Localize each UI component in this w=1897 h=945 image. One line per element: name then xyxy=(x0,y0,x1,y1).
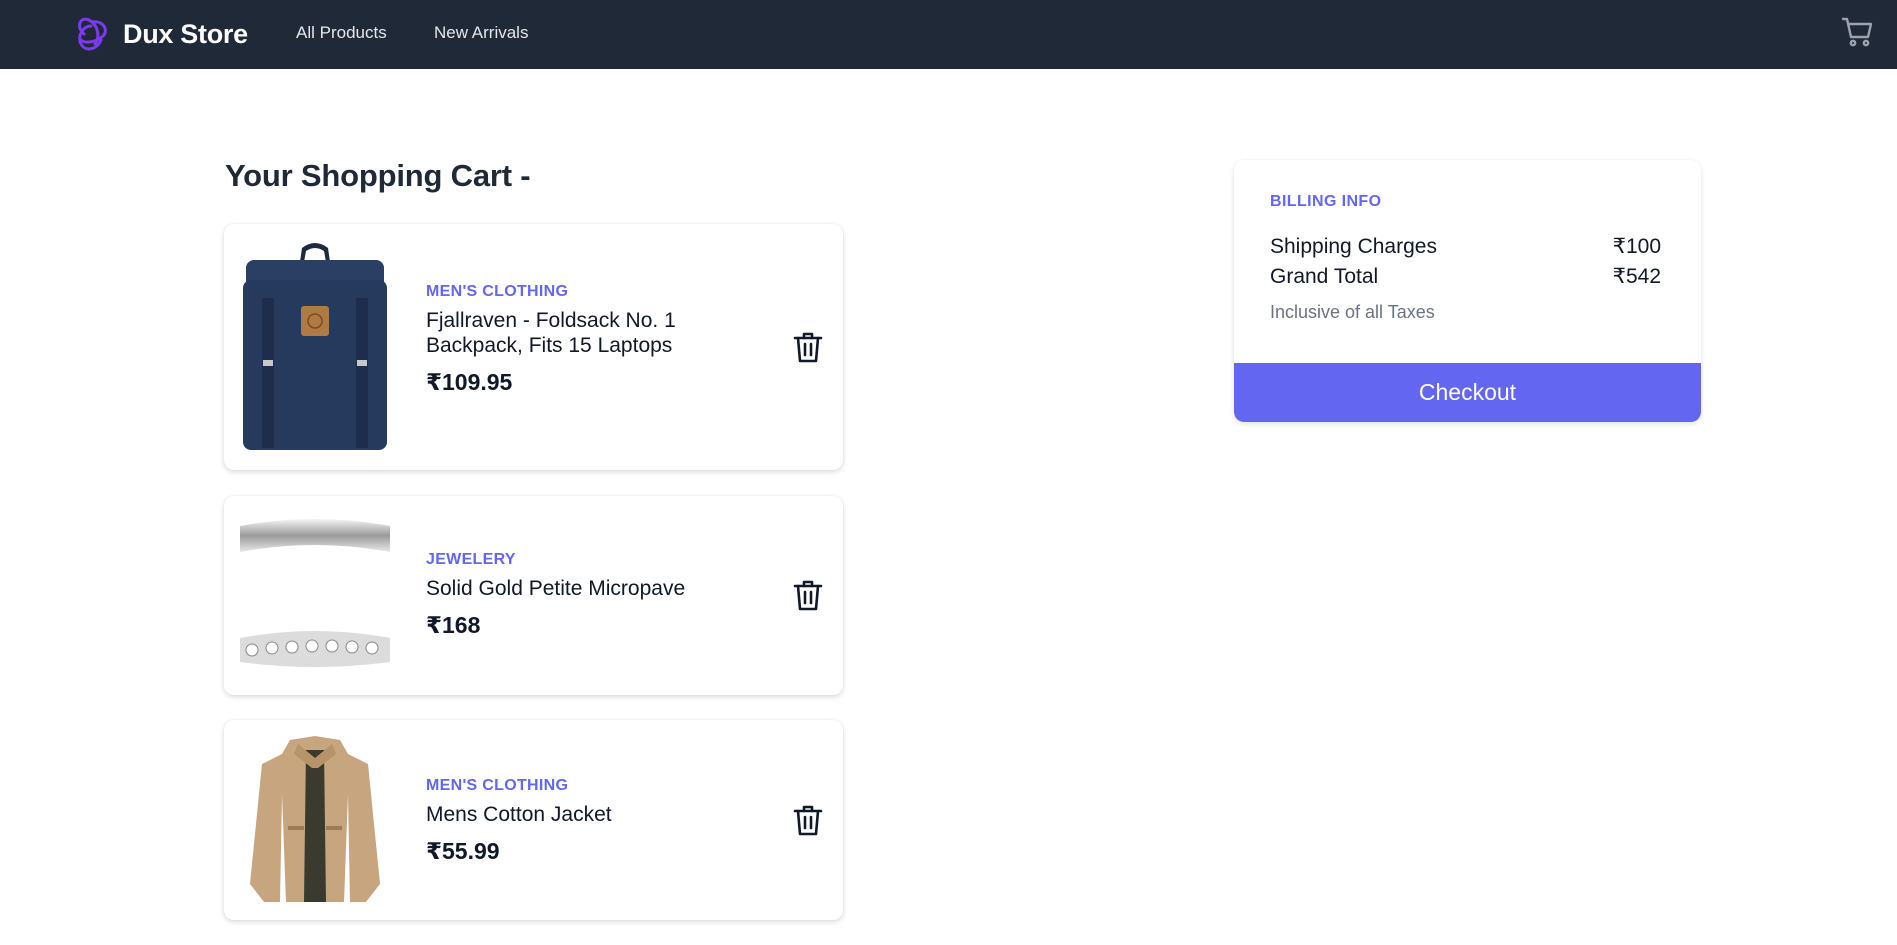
shopping-cart-icon[interactable] xyxy=(1841,15,1875,49)
checkout-button[interactable]: Checkout xyxy=(1234,363,1701,422)
brand-name: Dux Store xyxy=(123,18,248,49)
item-title[interactable]: Fjallraven - Foldsack No. 1 Backpack, Fi… xyxy=(426,308,756,358)
product-image xyxy=(240,519,390,667)
nav-link-all-products[interactable]: All Products xyxy=(296,22,387,44)
shipping-charges-label: Shipping Charges xyxy=(1270,235,1437,258)
grand-total-value: ₹542 xyxy=(1612,265,1661,288)
cart-item: MEN'S CLOTHING Mens Cotton Jacket ₹55.99 xyxy=(224,720,843,920)
trash-icon[interactable] xyxy=(792,803,824,837)
cart-title: Your Shopping Cart - xyxy=(225,158,531,193)
grand-total-row: Grand Total ₹542 xyxy=(1270,264,1661,290)
nav-link-new-arrivals[interactable]: New Arrivals xyxy=(434,22,528,44)
product-image xyxy=(243,243,387,450)
item-price: ₹55.99 xyxy=(426,838,500,864)
grand-total-label: Grand Total xyxy=(1270,265,1379,288)
item-price: ₹168 xyxy=(426,612,481,638)
cart-item: MEN'S CLOTHING Fjallraven - Foldsack No.… xyxy=(224,224,843,470)
shipping-charges-value: ₹100 xyxy=(1612,235,1661,258)
item-price: ₹109.95 xyxy=(426,369,513,395)
shipping-charges-row: Shipping Charges ₹100 xyxy=(1270,234,1661,260)
item-category: MEN'S CLOTHING xyxy=(426,777,569,794)
item-title[interactable]: Solid Gold Petite Micropave xyxy=(426,576,756,601)
item-info: JEWELERY Solid Gold Petite Micropave ₹16… xyxy=(426,550,756,638)
trash-icon[interactable] xyxy=(792,578,824,612)
item-title[interactable]: Mens Cotton Jacket xyxy=(426,802,756,827)
product-image xyxy=(250,736,380,902)
brand[interactable]: Dux Store xyxy=(71,14,248,54)
item-category: MEN'S CLOTHING xyxy=(426,283,569,300)
trash-icon[interactable] xyxy=(792,330,824,364)
tax-note: Inclusive of all Taxes xyxy=(1270,302,1435,322)
atom-logo-icon xyxy=(78,17,107,51)
top-navbar: Dux Store All Products New Arrivals xyxy=(0,0,1897,69)
billing-heading: BILLING INFO xyxy=(1270,193,1382,210)
cart-item: JEWELERY Solid Gold Petite Micropave ₹16… xyxy=(224,496,843,695)
billing-panel: BILLING INFO Shipping Charges ₹100 Grand… xyxy=(1234,160,1701,422)
item-category: JEWELERY xyxy=(426,551,516,568)
item-info: MEN'S CLOTHING Fjallraven - Foldsack No.… xyxy=(426,282,756,395)
item-info: MEN'S CLOTHING Mens Cotton Jacket ₹55.99 xyxy=(426,776,756,864)
